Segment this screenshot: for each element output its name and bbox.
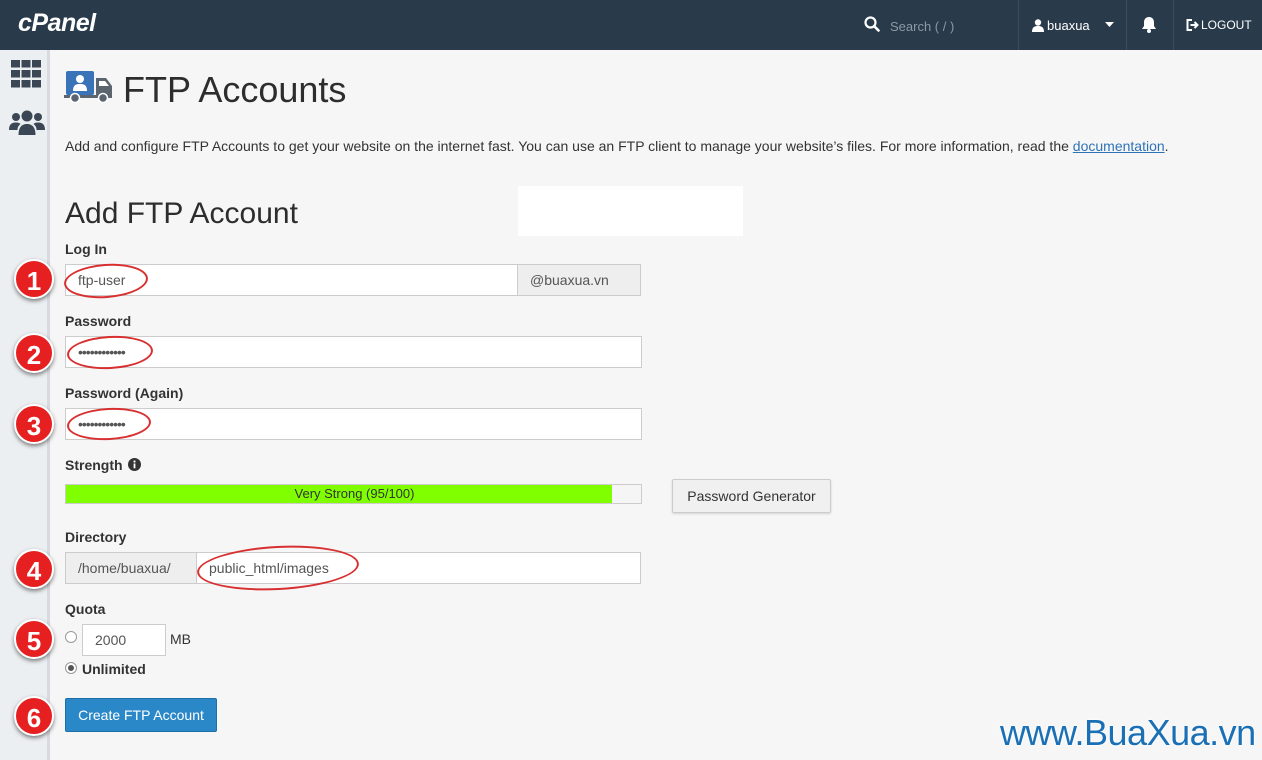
step-badge: 6 (14, 696, 54, 736)
caret-down-icon (1104, 22, 1114, 27)
user-menu[interactable]: buaxua (1020, 0, 1125, 50)
unlimited-label: Unlimited (82, 661, 146, 677)
cpanel-logo[interactable]: cPanel (18, 9, 96, 38)
strength-label-text: Strength (65, 457, 123, 473)
period: . (1164, 138, 1169, 154)
logout-icon (1186, 19, 1199, 31)
ftp-truck-icon (64, 71, 112, 103)
users-icon[interactable] (9, 110, 45, 136)
step-badge: 3 (14, 404, 54, 444)
quota-unit: MB (170, 631, 191, 647)
quota-label: Quota (65, 601, 106, 617)
grid-apps-icon[interactable] (10, 60, 42, 88)
password-generator-button[interactable]: Password Generator (672, 479, 831, 513)
documentation-link[interactable]: documentation (1073, 138, 1165, 154)
description-text: Add and configure FTP Accounts to get yo… (65, 138, 1069, 154)
login-label: Log In (65, 241, 107, 257)
unlimited-radio[interactable] (65, 662, 77, 674)
create-ftp-account-button[interactable]: Create FTP Account (65, 698, 217, 732)
directory-prefix: /home/buaxua/ (65, 552, 197, 584)
bell-icon[interactable] (1141, 16, 1157, 33)
step-badge: 4 (14, 549, 54, 589)
watermark: www.BuaXua.vn (1000, 712, 1256, 753)
divider (1018, 0, 1019, 50)
password-label: Password (65, 313, 132, 329)
password-again-label: Password (Again) (65, 385, 184, 401)
divider (1173, 0, 1174, 50)
step-badge: 1 (14, 259, 54, 299)
user-icon (1032, 18, 1044, 32)
search-box (862, 0, 1017, 50)
section-title: Add FTP Account (65, 197, 298, 230)
page-title: FTP Accounts (123, 69, 347, 110)
blank-panel (518, 186, 743, 236)
info-icon[interactable] (128, 458, 142, 471)
strength-text: Very Strong (95/100) (294, 486, 415, 501)
strength-label: Strength (65, 457, 142, 473)
divider (1126, 0, 1127, 50)
logout-label: LOGOUT (1201, 18, 1252, 32)
search-input[interactable] (888, 15, 1012, 37)
password-again-input[interactable]: •••••••••••• (65, 408, 642, 440)
step-badge: 5 (14, 619, 54, 659)
step-badge: 2 (14, 333, 54, 373)
quota-input[interactable] (82, 624, 166, 656)
search-icon (864, 16, 880, 32)
username: buaxua (1047, 17, 1090, 33)
quota-limit-radio[interactable] (65, 631, 77, 643)
strength-meter: Very Strong (95/100) (65, 484, 642, 504)
directory-label: Directory (65, 529, 127, 545)
highlight-oval (195, 541, 361, 595)
page-description: Add and configure FTP Accounts to get yo… (65, 138, 1245, 154)
domain-suffix: @buaxua.vn (517, 264, 641, 296)
top-navbar: cPanel buaxua LOGOUT (0, 0, 1262, 50)
logout-button[interactable]: LOGOUT (1186, 0, 1252, 50)
